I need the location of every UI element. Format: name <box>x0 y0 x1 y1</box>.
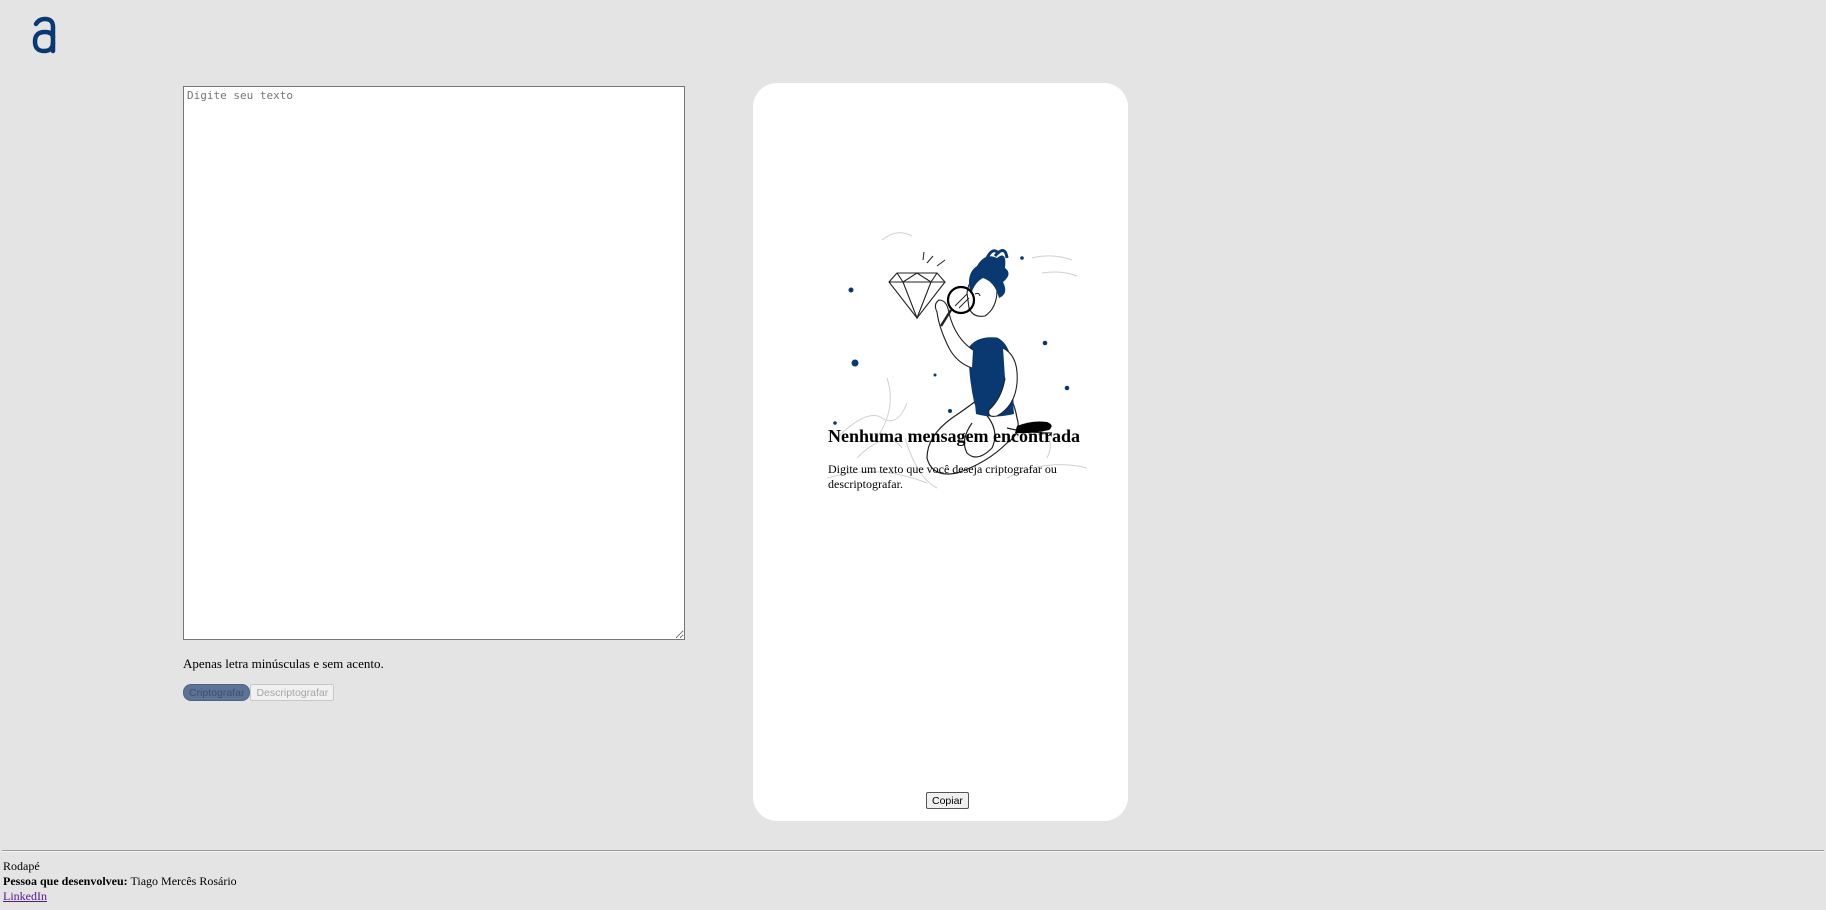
alura-logo-icon[interactable] <box>30 16 58 54</box>
message-input[interactable] <box>183 86 685 640</box>
developer-name: Tiago Mercês Rosário <box>130 874 237 888</box>
copy-button[interactable]: Copiar <box>926 792 969 809</box>
developer-credit: Pessoa que desenvolveu: Tiago Mercês Ros… <box>3 874 1826 889</box>
empty-state-title: Nenhuma mensagem encontrada <box>828 426 1080 446</box>
footer-caption: Rodapé <box>3 859 40 873</box>
output-panel: Nenhuma mensagem encontrada Digite um te… <box>753 83 1128 821</box>
empty-state-description: Digite um texto que você deseja criptogr… <box>828 462 1057 491</box>
person-with-magnifier-illustration-icon <box>827 232 1087 489</box>
encrypt-button[interactable]: Criptografar <box>183 684 251 701</box>
action-buttons: Criptografar Descriptografar <box>183 684 335 701</box>
input-hint: Apenas letra minúsculas e sem acento. <box>183 656 384 671</box>
footer: Rodapé Pessoa que desenvolveu: Tiago Mer… <box>0 850 1826 904</box>
linkedin-link[interactable]: LinkedIn <box>3 889 47 903</box>
decrypt-button[interactable]: Descriptografar <box>250 684 335 701</box>
developer-label: Pessoa que desenvolveu: <box>3 874 128 888</box>
